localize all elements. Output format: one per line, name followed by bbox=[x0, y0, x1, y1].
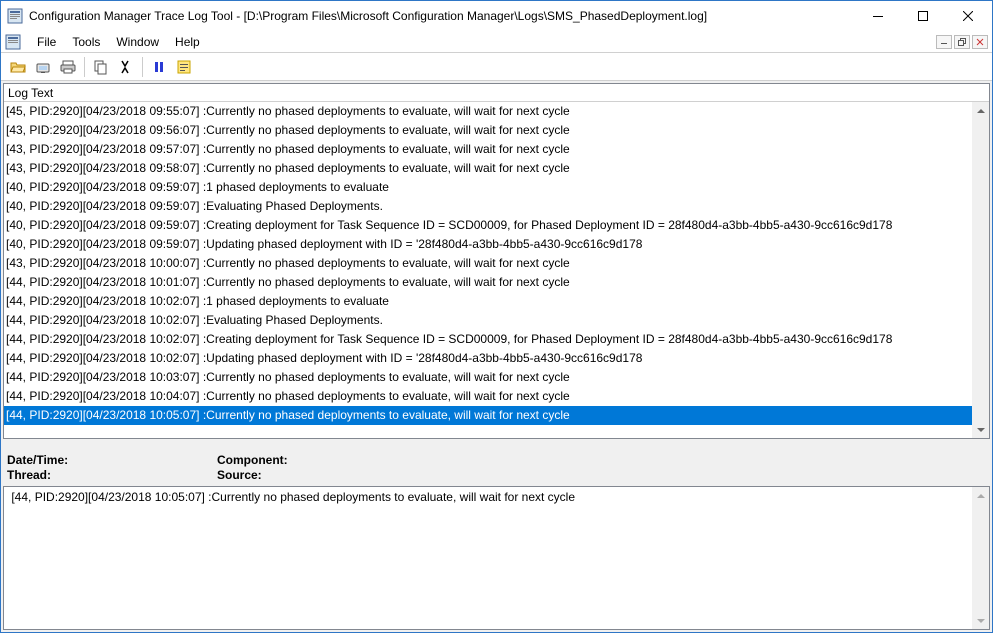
label-component: Component: bbox=[217, 453, 288, 467]
minimize-button[interactable] bbox=[855, 2, 900, 30]
scroll-down-arrow[interactable] bbox=[972, 612, 989, 629]
log-row-message: 1 phased deployments to evaluate bbox=[206, 180, 389, 194]
log-row-message: Currently no phased deployments to evalu… bbox=[206, 408, 570, 422]
log-row[interactable]: [43, PID:2920][04/23/2018 09:57:07] :Cur… bbox=[4, 140, 972, 159]
log-row[interactable]: [44, PID:2920][04/23/2018 10:03:07] :Cur… bbox=[4, 368, 972, 387]
log-row-prefix: [43, PID:2920][04/23/2018 09:58:07] : bbox=[6, 161, 206, 175]
scroll-up-arrow[interactable] bbox=[972, 487, 989, 504]
log-row[interactable]: [43, PID:2920][04/23/2018 10:00:07] :Cur… bbox=[4, 254, 972, 273]
highlight-button[interactable] bbox=[173, 56, 195, 78]
log-row-prefix: [44, PID:2920][04/23/2018 10:02:07] : bbox=[6, 313, 206, 327]
menu-window[interactable]: Window bbox=[108, 33, 167, 51]
refresh-button[interactable] bbox=[32, 56, 54, 78]
toolbar bbox=[1, 53, 992, 81]
find-button[interactable] bbox=[115, 56, 137, 78]
details-header: Date/Time: Component: Thread: Source: bbox=[3, 451, 990, 484]
log-row[interactable]: [40, PID:2920][04/23/2018 09:59:07] :Upd… bbox=[4, 235, 972, 254]
log-row-message: Currently no phased deployments to evalu… bbox=[206, 389, 570, 403]
log-row-message: Evaluating Phased Deployments. bbox=[206, 313, 383, 327]
log-row[interactable]: [44, PID:2920][04/23/2018 10:02:07] :Eva… bbox=[4, 311, 972, 330]
log-row[interactable]: [43, PID:2920][04/23/2018 09:56:07] :Cur… bbox=[4, 121, 972, 140]
mdi-close-button[interactable] bbox=[972, 35, 988, 49]
scroll-down-arrow[interactable] bbox=[972, 421, 989, 438]
label-datetime: Date/Time: bbox=[7, 453, 68, 467]
mdi-minimize-button[interactable] bbox=[936, 35, 952, 49]
log-list: Log Text [45, PID:2920][04/23/2018 09:55… bbox=[3, 83, 990, 439]
log-row-prefix: [44, PID:2920][04/23/2018 10:03:07] : bbox=[6, 370, 206, 384]
mdi-window-buttons bbox=[936, 35, 988, 49]
label-source: Source: bbox=[217, 468, 262, 482]
maximize-button[interactable] bbox=[900, 2, 945, 30]
log-row[interactable]: [44, PID:2920][04/23/2018 10:01:07] :Cur… bbox=[4, 273, 972, 292]
detail-text-pane[interactable]: [44, PID:2920][04/23/2018 10:05:07] :Cur… bbox=[3, 486, 990, 630]
menu-help[interactable]: Help bbox=[167, 33, 208, 51]
log-row-prefix: [44, PID:2920][04/23/2018 10:01:07] : bbox=[6, 275, 206, 289]
log-row-message: 1 phased deployments to evaluate bbox=[206, 294, 389, 308]
detail-text: [44, PID:2920][04/23/2018 10:05:07] :Cur… bbox=[8, 490, 985, 504]
log-row-prefix: [40, PID:2920][04/23/2018 09:59:07] : bbox=[6, 180, 206, 194]
document-icon bbox=[5, 34, 21, 50]
log-row-prefix: [44, PID:2920][04/23/2018 10:04:07] : bbox=[6, 389, 206, 403]
content-area: Log Text [45, PID:2920][04/23/2018 09:55… bbox=[1, 81, 992, 632]
toolbar-separator bbox=[84, 57, 85, 77]
window-title: Configuration Manager Trace Log Tool - [… bbox=[29, 9, 855, 23]
log-row-prefix: [40, PID:2920][04/23/2018 09:59:07] : bbox=[6, 199, 206, 213]
log-row-message: Evaluating Phased Deployments. bbox=[206, 199, 383, 213]
label-thread: Thread: bbox=[7, 468, 51, 482]
log-row-message: Currently no phased deployments to evalu… bbox=[206, 104, 570, 118]
log-row-prefix: [44, PID:2920][04/23/2018 10:02:07] : bbox=[6, 351, 206, 365]
log-row-message: Creating deployment for Task Sequence ID… bbox=[206, 218, 892, 232]
log-row-prefix: [43, PID:2920][04/23/2018 10:00:07] : bbox=[6, 256, 206, 270]
log-row[interactable]: [44, PID:2920][04/23/2018 10:04:07] :Cur… bbox=[4, 387, 972, 406]
scroll-up-arrow[interactable] bbox=[972, 102, 989, 119]
log-row[interactable]: [44, PID:2920][04/23/2018 10:02:07] :Cre… bbox=[4, 330, 972, 349]
log-row[interactable]: [44, PID:2920][04/23/2018 10:02:07] :Upd… bbox=[4, 349, 972, 368]
log-row[interactable]: [44, PID:2920][04/23/2018 10:02:07] :1 p… bbox=[4, 292, 972, 311]
log-row-prefix: [40, PID:2920][04/23/2018 09:59:07] : bbox=[6, 237, 206, 251]
log-row-prefix: [43, PID:2920][04/23/2018 09:57:07] : bbox=[6, 142, 206, 156]
log-row-message: Currently no phased deployments to evalu… bbox=[206, 370, 570, 384]
menu-tools[interactable]: Tools bbox=[64, 33, 108, 51]
log-row[interactable]: [43, PID:2920][04/23/2018 09:58:07] :Cur… bbox=[4, 159, 972, 178]
log-row-prefix: [44, PID:2920][04/23/2018 10:02:07] : bbox=[6, 294, 206, 308]
log-row-prefix: [44, PID:2920][04/23/2018 10:02:07] : bbox=[6, 332, 206, 346]
mdi-restore-button[interactable] bbox=[954, 35, 970, 49]
log-row-message: Currently no phased deployments to evalu… bbox=[206, 142, 570, 156]
log-row-message: Creating deployment for Task Sequence ID… bbox=[206, 332, 892, 346]
log-row-prefix: [40, PID:2920][04/23/2018 09:59:07] : bbox=[6, 218, 206, 232]
log-row-prefix: [45, PID:2920][04/23/2018 09:55:07] : bbox=[6, 104, 206, 118]
log-row[interactable]: [40, PID:2920][04/23/2018 09:59:07] :Cre… bbox=[4, 216, 972, 235]
open-button[interactable] bbox=[7, 56, 29, 78]
title-bar: Configuration Manager Trace Log Tool - [… bbox=[1, 1, 992, 31]
log-row-message: Currently no phased deployments to evalu… bbox=[206, 275, 570, 289]
log-row-message: Currently no phased deployments to evalu… bbox=[206, 161, 570, 175]
menu-file[interactable]: File bbox=[29, 33, 64, 51]
pause-button[interactable] bbox=[148, 56, 170, 78]
menu-bar: File Tools Window Help bbox=[1, 31, 992, 53]
log-row[interactable]: [44, PID:2920][04/23/2018 10:05:07] :Cur… bbox=[4, 406, 972, 425]
vertical-scrollbar[interactable] bbox=[972, 102, 989, 438]
app-icon bbox=[7, 8, 23, 24]
log-row-message: Updating phased deployment with ID = '28… bbox=[206, 351, 642, 365]
copy-button[interactable] bbox=[90, 56, 112, 78]
log-row[interactable]: [40, PID:2920][04/23/2018 09:59:07] :Eva… bbox=[4, 197, 972, 216]
log-row-prefix: [44, PID:2920][04/23/2018 10:05:07] : bbox=[6, 408, 206, 422]
log-row-message: Updating phased deployment with ID = '28… bbox=[206, 237, 642, 251]
toolbar-separator bbox=[142, 57, 143, 77]
log-row[interactable]: [45, PID:2920][04/23/2018 09:55:07] :Cur… bbox=[4, 102, 972, 121]
log-row[interactable]: [40, PID:2920][04/23/2018 09:59:07] :1 p… bbox=[4, 178, 972, 197]
log-row-message: Currently no phased deployments to evalu… bbox=[206, 256, 570, 270]
print-button[interactable] bbox=[57, 56, 79, 78]
log-row-prefix: [43, PID:2920][04/23/2018 09:56:07] : bbox=[6, 123, 206, 137]
log-row-message: Currently no phased deployments to evalu… bbox=[206, 123, 570, 137]
column-header-log-text[interactable]: Log Text bbox=[4, 84, 989, 102]
detail-vertical-scrollbar[interactable] bbox=[972, 487, 989, 629]
close-button[interactable] bbox=[945, 2, 990, 30]
